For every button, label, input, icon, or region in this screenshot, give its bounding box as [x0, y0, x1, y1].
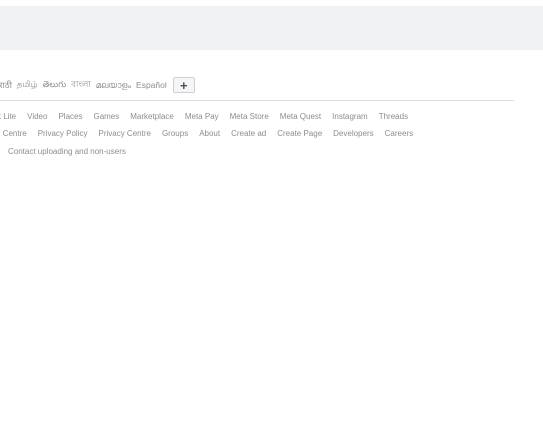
footer-links-row-3: Contact uploading and non-users	[8, 145, 137, 157]
language-malayalam[interactable]: മലയാളം	[96, 80, 131, 91]
footer-link-create-ad[interactable]: Create ad	[231, 129, 266, 138]
language-tamil[interactable]: தமிழ்	[17, 79, 38, 91]
footer-link-create-page[interactable]: Create Page	[277, 129, 322, 138]
footer-link-meta-pay[interactable]: Meta Pay	[185, 112, 219, 121]
language-bengali[interactable]: বাংলা	[71, 78, 91, 92]
footer-link-video[interactable]: Video	[27, 112, 47, 121]
footer-link-games[interactable]: Games	[93, 112, 119, 121]
footer-links-row-1: k Lite Video Places Games Marketplace Me…	[0, 110, 419, 122]
footer-link-privacy-policy[interactable]: Privacy Policy	[38, 129, 88, 138]
footer-link-marketplace[interactable]: Marketplace	[130, 112, 174, 121]
language-spanish[interactable]: Español	[136, 80, 167, 90]
footer-divider	[0, 100, 514, 101]
language-telugu[interactable]: తెలుగు	[43, 79, 66, 92]
footer-link-lite[interactable]: k Lite	[0, 112, 16, 121]
footer-link-about[interactable]: About	[199, 129, 220, 138]
language-marathi[interactable]: मराठी	[0, 80, 12, 91]
footer-link-meta-store[interactable]: Meta Store	[230, 112, 269, 121]
language-selector: मराठी தமிழ் తెలుగు বাংলা മലയാളം Español …	[0, 76, 195, 94]
footer-link-info-centre[interactable]: n Centre	[0, 129, 27, 138]
footer-link-privacy-centre[interactable]: Privacy Centre	[98, 129, 150, 138]
footer-link-careers[interactable]: Careers	[385, 129, 413, 138]
plus-icon: +	[179, 77, 188, 93]
footer-link-contact-uploading[interactable]: Contact uploading and non-users	[8, 147, 126, 156]
footer-link-instagram[interactable]: Instagram	[332, 112, 368, 121]
footer-link-developers[interactable]: Developers	[333, 129, 373, 138]
footer-link-places[interactable]: Places	[58, 112, 82, 121]
top-gray-band	[0, 6, 543, 50]
footer-link-meta-quest[interactable]: Meta Quest	[280, 112, 321, 121]
footer-link-threads[interactable]: Threads	[379, 112, 408, 121]
footer-links-row-2: n Centre Privacy Policy Privacy Centre G…	[0, 127, 424, 139]
footer-link-groups[interactable]: Groups	[162, 129, 188, 138]
add-language-button[interactable]: +	[172, 77, 195, 93]
